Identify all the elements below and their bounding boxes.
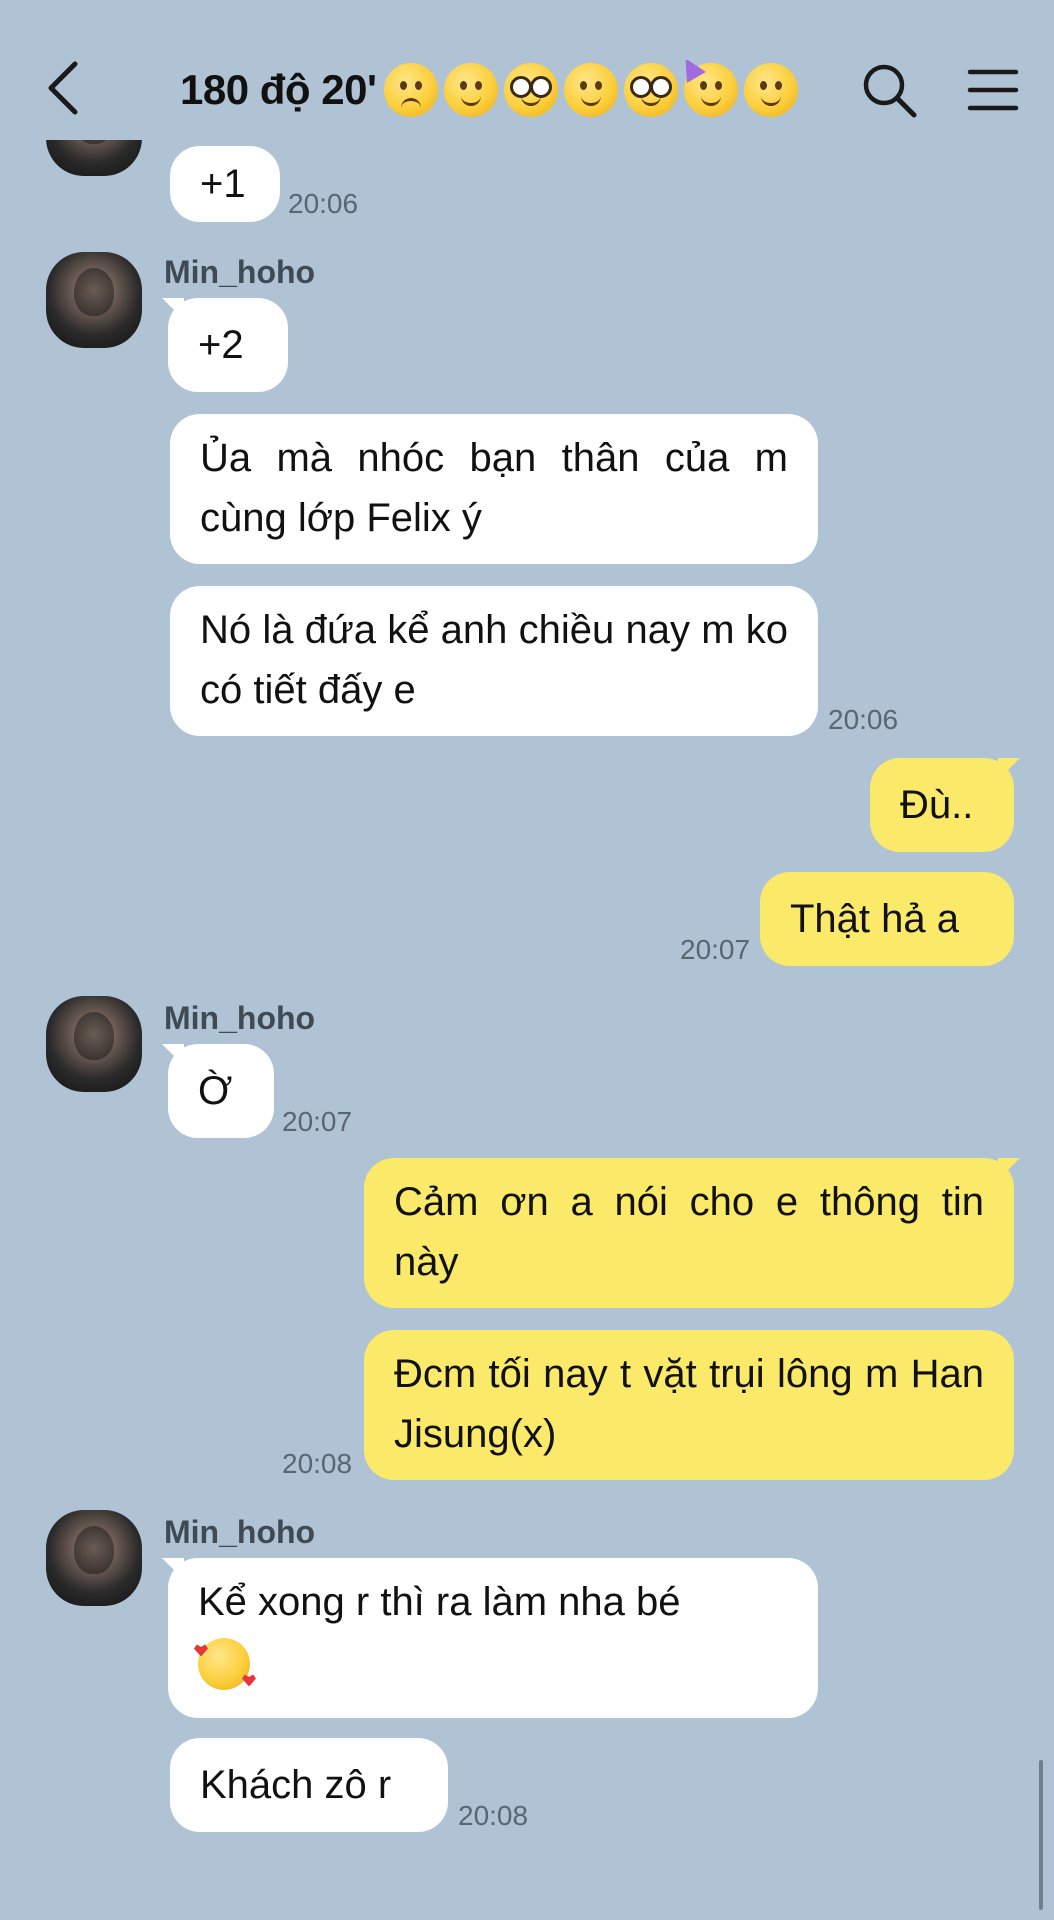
pensive-face-icon	[384, 63, 439, 117]
search-icon	[863, 64, 917, 118]
menu-icon	[967, 69, 1019, 111]
message-time: 20:07	[680, 934, 751, 965]
message-text: Thật hả a	[790, 897, 960, 941]
message-bubble[interactable]: +2	[168, 298, 288, 392]
avatar[interactable]	[46, 252, 142, 348]
slightly-smiling-face-icon	[564, 63, 619, 117]
back-chevron-icon	[48, 61, 78, 115]
message-text: Ủa mà nhóc bạn thân của m cùng lớp Felix…	[200, 436, 788, 540]
chat-title-text: 180 độ 20'	[180, 66, 377, 113]
sender-name: Min_hoho	[164, 1000, 316, 1036]
message-text: +1	[200, 162, 246, 206]
chat-header: 180 độ 20'	[0, 0, 1054, 140]
message-bubble[interactable]: Khách zô r	[170, 1738, 448, 1832]
chat-title: 180 độ 20'	[180, 60, 870, 120]
back-button[interactable]	[38, 56, 86, 120]
message-bubble[interactable]: Cảm ơn a nói cho e thông tin này	[364, 1158, 1014, 1308]
message-text: Khách zô r	[200, 1763, 392, 1807]
slightly-smiling-face-icon	[744, 63, 799, 117]
message-time: 20:06	[288, 188, 359, 219]
avatar[interactable]	[46, 1510, 142, 1606]
message-text: Kể xong r thì ra làm nha bé	[198, 1580, 681, 1624]
search-button[interactable]	[860, 60, 920, 120]
message-text: +2	[198, 323, 244, 367]
message-list[interactable]: +1 20:06 Min_hoho +2 Ủa mà nhóc bạn thân…	[0, 0, 1054, 1920]
message-bubble[interactable]: Ủa mà nhóc bạn thân của m cùng lớp Felix…	[170, 414, 818, 564]
message-bubble[interactable]: Ờ	[168, 1044, 274, 1138]
message-text: Đcm tối nay t vặt trụi lông m Han Jisung…	[394, 1352, 984, 1456]
message-text: Đù..	[900, 783, 974, 827]
message-bubble[interactable]: Thật hả a	[760, 872, 1014, 966]
message-text: Cảm ơn a nói cho e thông tin này	[394, 1180, 984, 1284]
avatar[interactable]	[46, 996, 142, 1092]
disguised-face-icon	[624, 63, 679, 117]
chat-title-emojis	[384, 63, 799, 117]
slightly-smiling-face-icon	[444, 63, 499, 117]
sender-name: Min_hoho	[164, 254, 316, 290]
message-bubble[interactable]: Nó là đứa kể anh chiều nay m ko có tiết …	[170, 586, 818, 736]
menu-button[interactable]	[964, 60, 1024, 120]
message-bubble[interactable]: +1	[170, 146, 280, 222]
message-bubble[interactable]: Đcm tối nay t vặt trụi lông m Han Jisung…	[364, 1330, 1014, 1480]
smiling-face-with-hearts-icon	[194, 1638, 256, 1691]
message-text: Ờ	[198, 1069, 233, 1113]
partying-face-icon	[684, 63, 739, 117]
message-time: 20:08	[458, 1800, 529, 1831]
message-time: 20:08	[282, 1448, 353, 1479]
message-bubble[interactable]: Kể xong r thì ra làm nha bé	[168, 1558, 818, 1718]
message-time: 20:06	[828, 704, 899, 735]
sender-name: Min_hoho	[164, 1514, 316, 1550]
scrollbar[interactable]	[1039, 1760, 1043, 1910]
message-time: 20:07	[282, 1106, 353, 1137]
disguised-face-icon	[504, 63, 559, 117]
message-bubble[interactable]: Đù..	[870, 758, 1014, 852]
message-text: Nó là đứa kể anh chiều nay m ko có tiết …	[200, 608, 788, 712]
